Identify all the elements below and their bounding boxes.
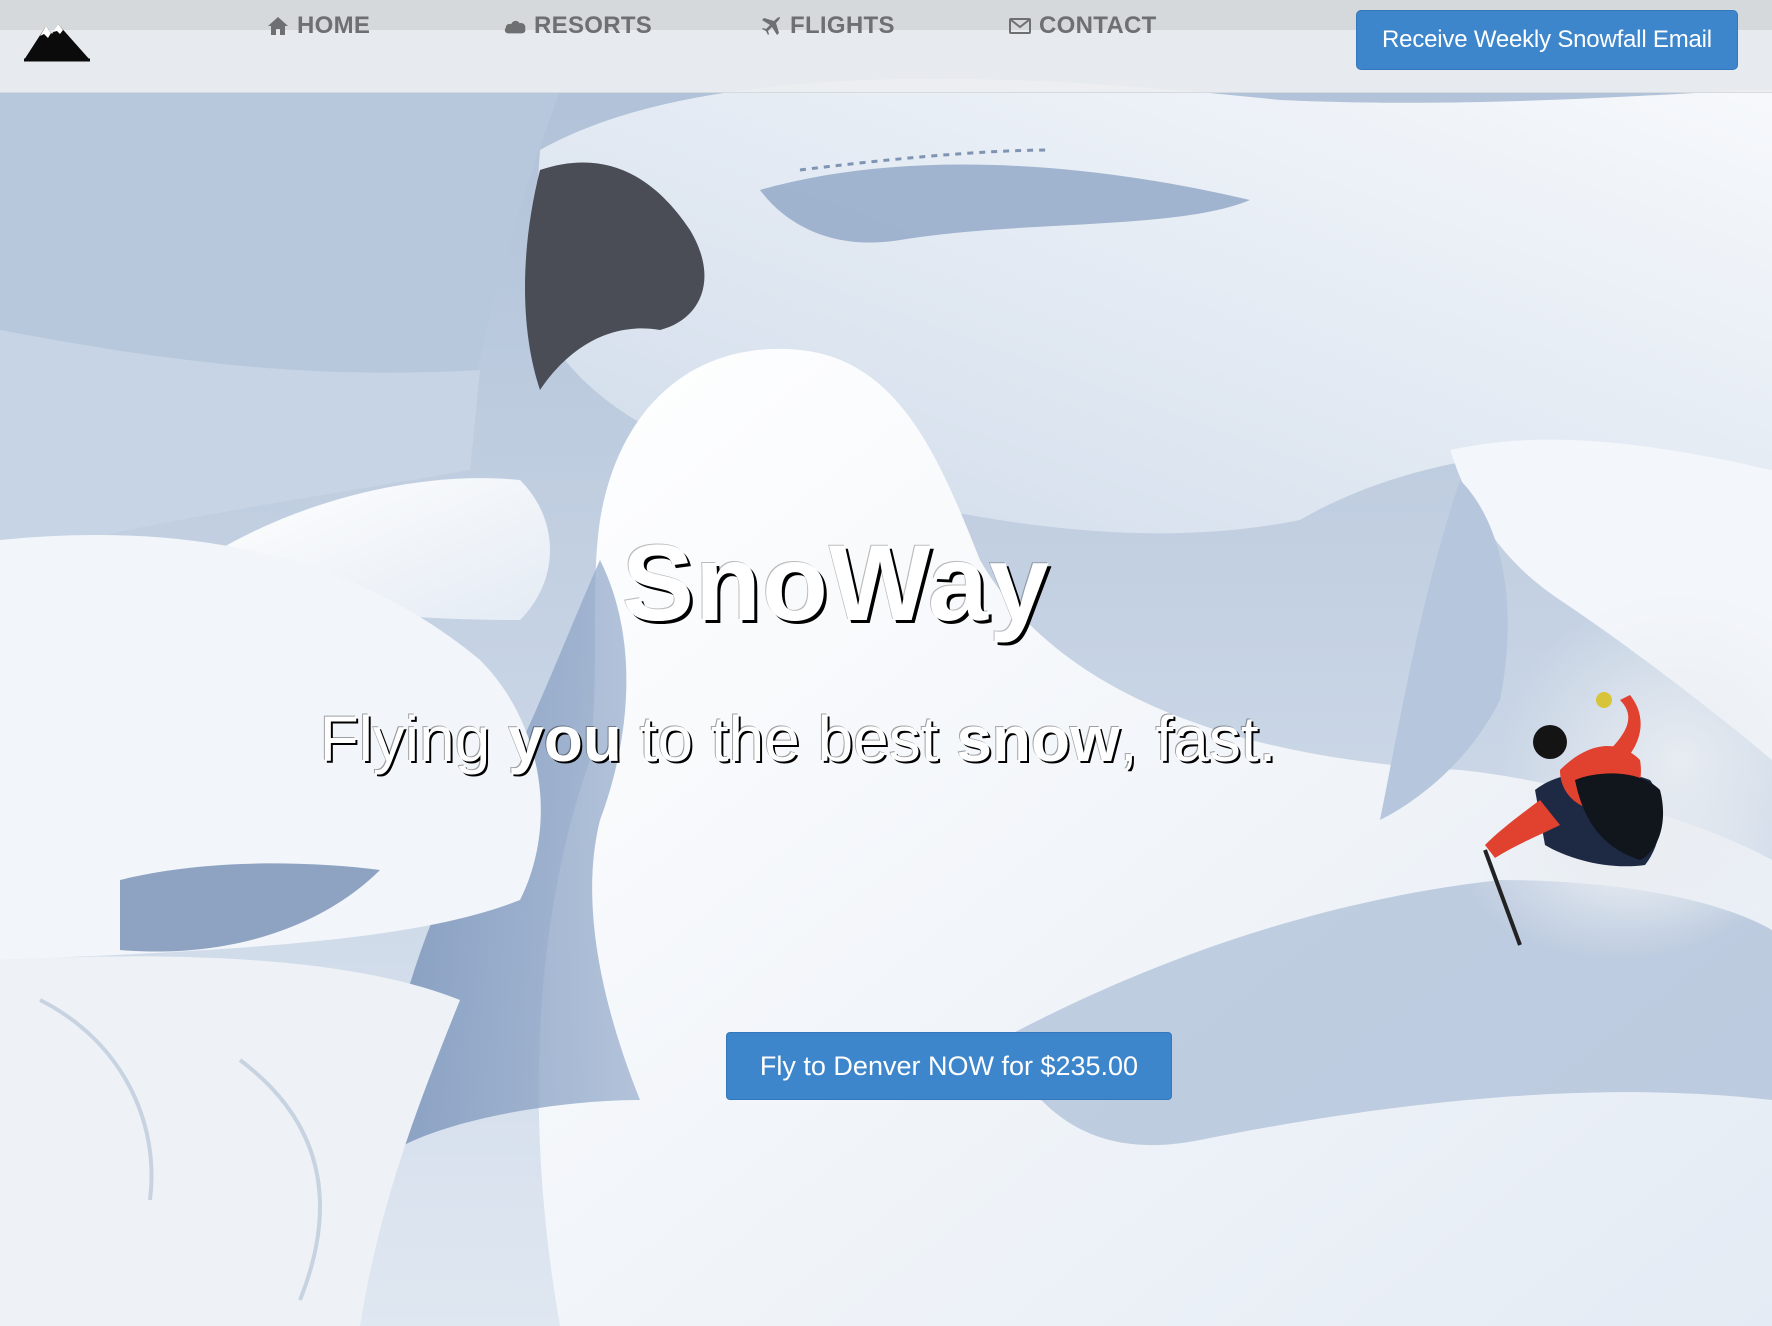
page: HOME RESORTS FLIGHTS CONTACT Receive Wee…: [0, 0, 1772, 1326]
hero-subtitle-part: , fast.: [1119, 703, 1277, 775]
nav-home-link[interactable]: HOME: [266, 10, 370, 42]
receive-snowfall-email-button[interactable]: Receive Weekly Snowfall Email: [1356, 10, 1738, 70]
nav-home-label: HOME: [297, 12, 371, 39]
top-navbar: HOME RESORTS FLIGHTS CONTACT Receive Wee…: [0, 0, 1772, 93]
cloud-icon: [503, 14, 527, 38]
home-icon: [266, 14, 290, 38]
nav-resorts-link[interactable]: RESORTS: [503, 10, 652, 42]
plane-icon: [759, 14, 783, 38]
hero-title: SnoWay: [621, 522, 1051, 643]
nav-contact-label: CONTACT: [1039, 12, 1157, 39]
nav-resorts-label: RESORTS: [534, 12, 653, 39]
hero-subtitle-part: Flying: [319, 703, 509, 775]
fly-to-denver-button[interactable]: Fly to Denver NOW for $235.00: [726, 1032, 1172, 1100]
nav-contact-link[interactable]: CONTACT: [1008, 10, 1157, 42]
nav-flights-link[interactable]: FLIGHTS: [759, 10, 895, 42]
hero-subtitle-part: to the best: [621, 703, 957, 775]
hero-subtitle-emphasis: you: [508, 703, 622, 775]
hero-background-image: [0, 0, 1772, 1326]
hero-subtitle: Flying you to the best snow, fast.: [0, 702, 1748, 776]
hero-subtitle-emphasis: snow: [956, 703, 1120, 775]
mountain-icon[interactable]: [22, 12, 92, 64]
envelope-icon: [1008, 14, 1032, 38]
nav-flights-label: FLIGHTS: [790, 12, 895, 39]
